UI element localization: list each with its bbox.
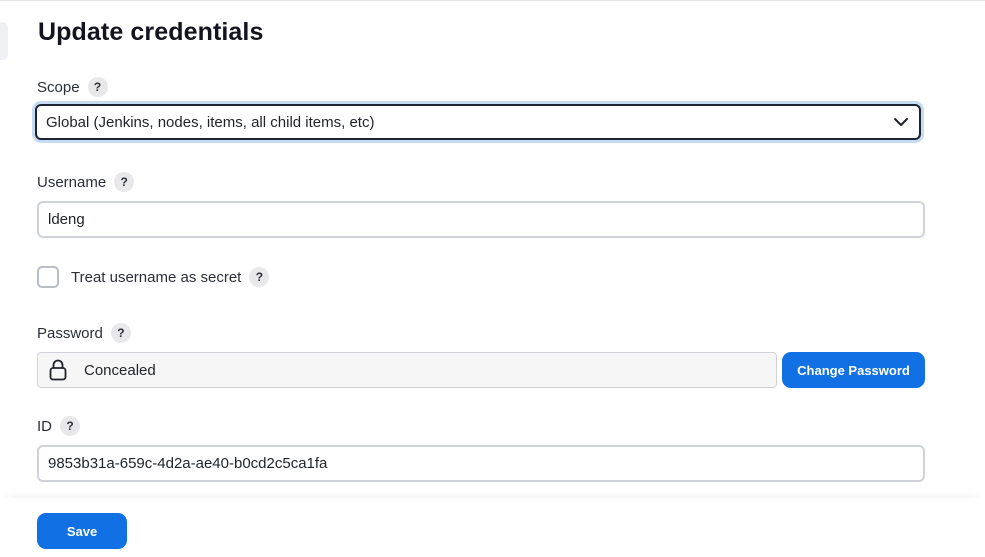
password-help-icon[interactable]: ?: [110, 323, 131, 343]
password-label: Password: [37, 324, 103, 342]
secret-checkbox[interactable]: [37, 266, 59, 288]
username-label-row: Username ?: [37, 172, 135, 192]
secret-label: Treat username as secret: [71, 268, 242, 286]
id-help-icon[interactable]: ?: [60, 416, 80, 436]
save-button[interactable]: Save: [37, 513, 127, 549]
scope-label: Scope: [37, 78, 80, 96]
side-panel-tab[interactable]: [0, 22, 8, 60]
lock-icon: [49, 359, 67, 381]
change-password-button[interactable]: Change Password: [782, 352, 925, 388]
scope-selected-value: Global (Jenkins, nodes, items, all child…: [46, 113, 375, 131]
secret-checkbox-row: Treat username as secret ?: [37, 266, 270, 288]
footer-bar: [0, 498, 985, 557]
scope-help-icon[interactable]: ?: [87, 77, 108, 97]
username-help-icon[interactable]: ?: [114, 172, 135, 192]
id-value: 9853b31a-659c-4d2a-ae40-b0cd2c5ca1fa: [48, 455, 328, 472]
username-label: Username: [37, 173, 107, 191]
chevron-down-icon: [894, 118, 908, 126]
scope-label-row: Scope ?: [37, 77, 108, 97]
id-label: ID: [37, 417, 52, 435]
id-label-row: ID ?: [37, 416, 80, 436]
page-title: Update credentials: [38, 18, 264, 46]
secret-help-icon[interactable]: ?: [249, 267, 270, 287]
password-concealed-text: Concealed: [84, 361, 156, 379]
id-input[interactable]: 9853b31a-659c-4d2a-ae40-b0cd2c5ca1fa: [37, 445, 925, 482]
password-label-row: Password ?: [37, 323, 131, 343]
password-field: Concealed: [37, 352, 777, 388]
top-divider: [0, 0, 985, 1]
username-input[interactable]: ldeng: [37, 201, 925, 238]
update-credentials-page: Update credentials Scope ? Global (Jenki…: [0, 0, 985, 557]
scope-select[interactable]: Global (Jenkins, nodes, items, all child…: [35, 104, 921, 140]
username-value: ldeng: [48, 211, 85, 228]
